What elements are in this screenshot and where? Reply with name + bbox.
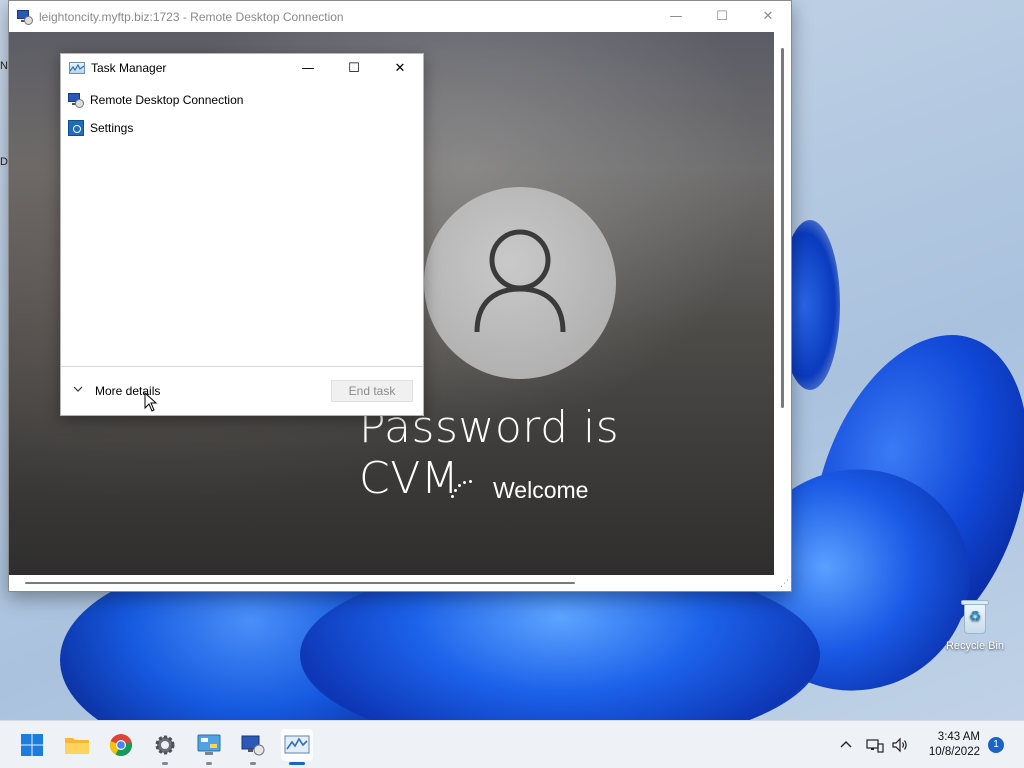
task-manager-icon: [284, 735, 310, 754]
control-panel-icon: [197, 734, 221, 755]
rdp-maximize-button[interactable]: ☐: [699, 1, 745, 32]
start-button[interactable]: [16, 729, 48, 761]
rdp-close-button[interactable]: ✕: [745, 1, 791, 32]
desktop-icon-label-fragment: D: [0, 156, 8, 168]
rdp-icon: [241, 735, 265, 756]
remote-desktop-button[interactable]: [237, 729, 269, 765]
welcome-status-text: Welcome: [493, 477, 589, 503]
file-explorer-button[interactable]: [61, 729, 93, 761]
tm-close-button[interactable]: ✕: [377, 54, 423, 82]
rdp-icon: [68, 92, 84, 108]
desktop-icon-label-fragment: N: [0, 60, 8, 72]
task-manager-footer: More details End task: [61, 366, 423, 415]
show-hidden-icons-button[interactable]: [838, 721, 854, 768]
clock-time: 3:43 AM: [937, 731, 980, 743]
clock-date: 10/8/2022: [928, 746, 980, 758]
chrome-icon: [109, 734, 132, 756]
gear-icon: [155, 735, 175, 755]
folder-icon: [65, 738, 89, 754]
rdp-icon: [17, 9, 33, 25]
mouse-cursor-icon: [144, 392, 158, 412]
user-icon: [474, 229, 566, 333]
tm-maximize-button[interactable]: ☐: [331, 54, 377, 82]
speaker-icon: [892, 737, 907, 753]
control-panel-button[interactable]: [193, 729, 225, 765]
task-manager-window[interactable]: Task Manager — ☐ ✕ Remote Desktop Connec…: [60, 53, 424, 416]
task-item-label: Settings: [90, 121, 134, 135]
network-icon: [866, 739, 884, 753]
settings-gear-icon: [68, 120, 84, 136]
volume-tray-button[interactable]: [891, 721, 909, 768]
user-avatar: [424, 187, 616, 379]
task-manager-button[interactable]: [281, 729, 313, 765]
task-manager-icon: [69, 62, 85, 74]
task-item-settings[interactable]: Settings: [61, 114, 423, 142]
system-clock[interactable]: 3:43 AM 10/8/2022: [929, 730, 980, 760]
vertical-scrollbar[interactable]: [774, 32, 791, 576]
rdp-window-title: leightoncity.myftp.biz:1723 - Remote Des…: [39, 9, 344, 24]
rdp-title-bar[interactable]: leightoncity.myftp.biz:1723 - Remote Des…: [9, 1, 791, 32]
windows-start-icon: [21, 734, 43, 756]
recycle-bin-icon: ♻: [958, 598, 992, 636]
loading-spinner-icon: [449, 478, 475, 504]
rdp-minimize-button[interactable]: —: [653, 1, 699, 32]
recycle-bin-label: Recycle Bin: [945, 640, 1005, 652]
chevron-down-icon: [73, 386, 83, 392]
end-task-button[interactable]: End task: [331, 380, 413, 402]
notification-badge[interactable]: 1: [988, 737, 1004, 753]
tm-minimize-button[interactable]: —: [285, 54, 331, 82]
network-tray-button[interactable]: [866, 721, 884, 768]
task-list: Remote Desktop Connection Settings: [61, 82, 423, 142]
settings-button[interactable]: [149, 729, 181, 765]
horizontal-scrollbar[interactable]: [9, 575, 775, 591]
recycle-bin-desktop-icon[interactable]: ♻ Recycle Bin: [940, 598, 1010, 652]
task-item-remote-desktop[interactable]: Remote Desktop Connection: [61, 86, 423, 114]
taskbar: 3:43 AM 10/8/2022 1: [0, 720, 1024, 768]
resize-grip[interactable]: ⋰: [774, 575, 791, 591]
task-manager-title-bar[interactable]: Task Manager — ☐ ✕: [61, 54, 423, 82]
task-manager-title: Task Manager: [91, 61, 167, 75]
chevron-up-icon: [840, 741, 852, 748]
task-item-label: Remote Desktop Connection: [90, 93, 244, 107]
chrome-button[interactable]: [105, 729, 137, 761]
